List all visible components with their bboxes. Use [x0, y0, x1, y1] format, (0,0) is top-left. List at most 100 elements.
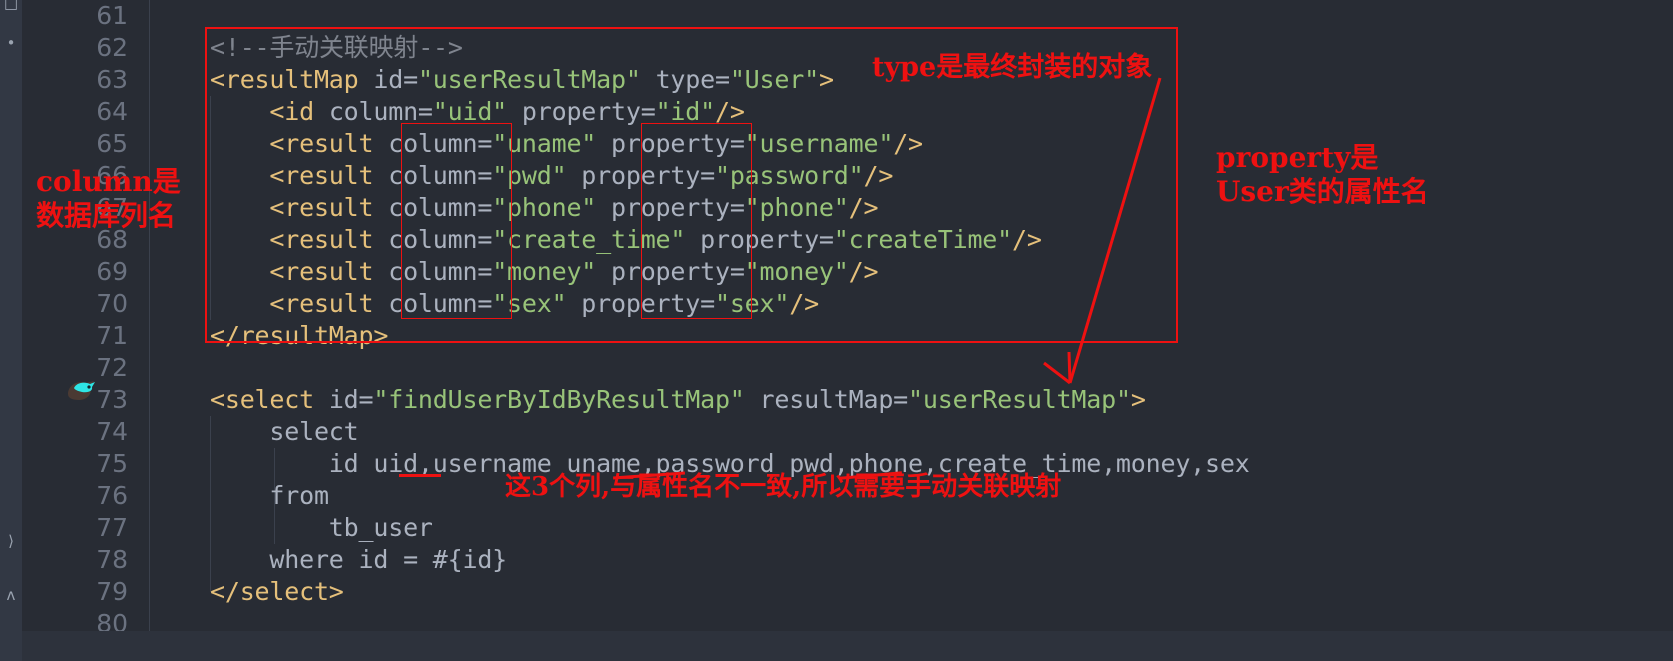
- code-token-attr: column=: [388, 225, 493, 254]
- code-token-attr: property=: [685, 225, 834, 254]
- code-token-str: "sex": [714, 289, 790, 318]
- code-line[interactable]: <id column="uid" property="id"/>: [210, 96, 744, 128]
- code-token-comment: <!--手动关联映射-->: [210, 33, 463, 62]
- code-token-attr: property=: [507, 97, 656, 126]
- code-token-attr: resultMap=: [744, 385, 909, 414]
- code-token-str: "create_time": [492, 225, 686, 254]
- code-token-str: "findUserByIdByResultMap": [373, 385, 745, 414]
- code-line[interactable]: <result column="pwd" property="password"…: [210, 160, 893, 192]
- line-number: 65: [96, 129, 128, 158]
- code-line[interactable]: id uid,username uname,password pwd,phone…: [210, 448, 1250, 480]
- code-token-attr: property=: [596, 193, 745, 222]
- code-token-tag: </resultMap>: [210, 321, 389, 350]
- line-number: 77: [96, 513, 128, 542]
- code-token-tag: <result: [269, 289, 389, 318]
- editor-bottom-strip-left: [0, 631, 22, 661]
- code-token-tag: <result: [269, 257, 389, 286]
- code-line[interactable]: </select>: [210, 576, 344, 608]
- code-token-attr: property=: [596, 129, 745, 158]
- code-line[interactable]: tb_user: [210, 512, 433, 544]
- code-token-tag: </select>: [210, 577, 344, 606]
- code-line[interactable]: <select id="findUserByIdByResultMap" res…: [210, 384, 1146, 416]
- editor-gutter[interactable]: 61 62 63 64 65 66 67 68 69 70 71 72 73 74 75 76 77 78 79 80: [22, 0, 150, 638]
- code-token-str: "pwd": [492, 161, 567, 190]
- code-line[interactable]: <result column="create_time" property="c…: [210, 224, 1042, 256]
- code-content[interactable]: <!--手动关联映射--> <resultMap id="userResultMa…: [150, 0, 1673, 631]
- line-number: 61: [96, 1, 128, 30]
- code-token-tag: <result: [269, 193, 389, 222]
- line-number: 70: [96, 289, 128, 318]
- code-line[interactable]: <resultMap id="userResultMap" type="User…: [210, 64, 834, 96]
- code-token-str: "uid": [432, 97, 508, 126]
- code-token-attr: column=: [388, 193, 493, 222]
- code-token-str: "id": [655, 97, 716, 126]
- code-token-tag: >: [1130, 385, 1146, 414]
- code-token-str: "createTime": [833, 225, 1012, 254]
- code-token-tag: <result: [269, 129, 389, 158]
- code-token-tag: />: [893, 129, 923, 158]
- code-token-str: "userResultMap": [908, 385, 1131, 414]
- code-token-plain: from: [210, 481, 329, 510]
- code-token-tag: >: [818, 65, 834, 94]
- editor-left-strip[interactable]: □ • ⟩ ʌ: [0, 0, 22, 661]
- line-number: 79: [96, 577, 128, 606]
- line-number: 78: [96, 545, 128, 574]
- code-token-plain: select: [210, 417, 359, 446]
- line-number: 66: [96, 161, 128, 190]
- code-line[interactable]: where id = #{id}: [210, 544, 507, 576]
- line-number: 71: [96, 321, 128, 350]
- code-line[interactable]: </resultMap>: [210, 320, 388, 352]
- code-token-str: "phone": [744, 193, 849, 222]
- code-token-tag: <select: [210, 385, 329, 414]
- line-number: 62: [96, 33, 128, 62]
- code-token-tag: />: [1012, 225, 1042, 254]
- strip-chevron-icon[interactable]: ⟩: [0, 534, 22, 549]
- mybatis-statement-gutter-icon[interactable]: [64, 376, 98, 406]
- code-token-plain: tb_user: [210, 513, 433, 542]
- code-token-tag: />: [848, 193, 879, 222]
- code-token-tag: />: [789, 289, 819, 318]
- code-token-str: "password": [714, 161, 864, 190]
- code-token-attr: id=: [328, 385, 374, 414]
- code-token-tag: <resultMap: [210, 65, 374, 94]
- code-token-str: "phone": [492, 193, 597, 222]
- code-token-str: "User": [729, 65, 819, 94]
- line-number: 69: [96, 257, 128, 286]
- line-number: 74: [96, 417, 128, 446]
- code-token-tag: />: [863, 161, 894, 190]
- code-token-str: "uname": [492, 129, 597, 158]
- line-number: 68: [96, 225, 128, 254]
- line-number: 75: [96, 449, 128, 478]
- code-token-attr: column=: [388, 289, 493, 318]
- code-line[interactable]: <result column="money" property="money"/…: [210, 256, 878, 288]
- strip-square-icon[interactable]: □: [0, 0, 22, 11]
- code-token-tag: <result: [269, 225, 389, 254]
- code-line[interactable]: select: [210, 416, 359, 448]
- line-number: 76: [96, 481, 128, 510]
- code-line[interactable]: <result column="sex" property="sex"/>: [210, 288, 819, 320]
- code-line[interactable]: from: [210, 480, 329, 512]
- code-token-attr: column=: [388, 257, 493, 286]
- code-token-attr: id=: [373, 65, 418, 94]
- code-token-str: "username": [744, 129, 894, 158]
- line-number: 63: [96, 65, 128, 94]
- code-token-attr: property=: [596, 257, 745, 286]
- code-token-attr: column=: [388, 129, 493, 158]
- code-token-plain: where id = #{id}: [210, 545, 508, 574]
- code-token-str: "money": [492, 257, 597, 286]
- line-number: 67: [96, 193, 128, 222]
- code-token-attr: property=: [566, 289, 715, 318]
- code-token-attr: property=: [566, 161, 715, 190]
- code-line[interactable]: <!--手动关联映射-->: [210, 32, 463, 64]
- code-line[interactable]: <result column="phone" property="phone"/…: [210, 192, 878, 224]
- code-editor[interactable]: □ • ⟩ ʌ 61 62 63 64 65 66 67 68 69 70 71 72 73 74 75 76…: [0, 0, 1673, 661]
- strip-dot-icon[interactable]: •: [0, 36, 22, 51]
- code-token-attr: column=: [388, 161, 493, 190]
- code-line[interactable]: <result column="uname" property="usernam…: [210, 128, 923, 160]
- strip-caret-icon[interactable]: ʌ: [0, 588, 22, 603]
